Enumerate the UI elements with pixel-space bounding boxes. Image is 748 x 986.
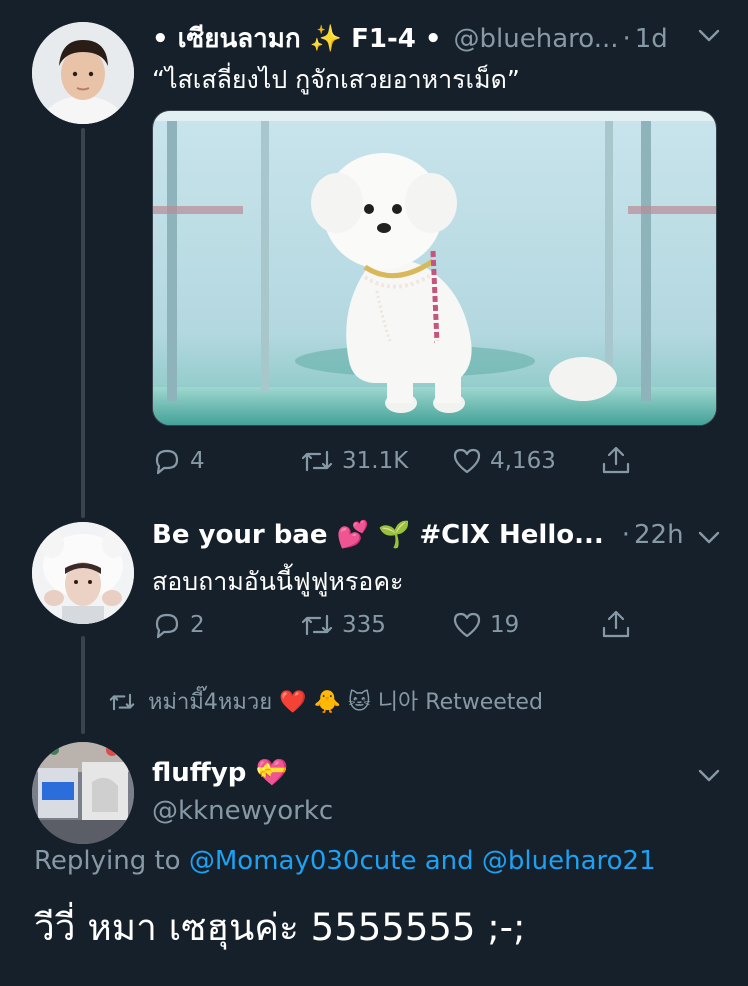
handle[interactable]: @blueharo...	[454, 24, 619, 54]
retweet-action[interactable]: 31.1K	[300, 446, 408, 476]
avatar[interactable]	[32, 742, 134, 844]
timestamp[interactable]: 1d	[635, 24, 668, 54]
retweet-icon	[301, 450, 333, 472]
and-text: and	[424, 846, 474, 876]
retweeted-by-text: หม่ามี๊4หมวย ❤️ 🐥 🐱 니아 Retweeted	[148, 690, 543, 715]
avatar[interactable]	[32, 522, 134, 624]
separator-dot: ·	[622, 23, 631, 54]
reply-action[interactable]: 4	[152, 446, 205, 476]
share-icon	[602, 610, 630, 638]
display-name[interactable]: Be your bae 💕 🌱 #CIX Hello...	[152, 520, 604, 550]
like-count: 19	[490, 612, 520, 638]
replying-prefix: Replying to	[34, 846, 181, 876]
share-action[interactable]	[600, 608, 640, 640]
tweet-header: Be your bae 💕 🌱 #CIX Hello... · 22h	[152, 520, 684, 550]
thread-line	[81, 128, 85, 518]
retweet-count: 335	[342, 612, 386, 638]
timestamp[interactable]: 22h	[634, 520, 684, 550]
tweet-image[interactable]	[152, 110, 717, 426]
handle[interactable]: @kknewyorkc	[152, 796, 333, 826]
thread-line	[81, 636, 85, 734]
mention-link[interactable]: @blueharo21	[482, 846, 656, 876]
mention-link[interactable]: @Momay030cute	[189, 846, 417, 876]
display-name[interactable]: • เซียนลามก ✨ F1-4 •	[152, 18, 442, 59]
separator-dot: ·	[621, 520, 631, 550]
heart-icon	[453, 612, 481, 638]
retweet-icon	[109, 693, 135, 710]
tweet-text: สอบถามอันนี้ฟูฟูหรอคะ	[152, 567, 404, 596]
reply-icon	[155, 449, 179, 475]
tweet-header: fluffyp 💝	[152, 758, 288, 788]
tweet-text: “ไสเสลี่ยงไป กูจักเสวยอาหารเม็ด”	[152, 65, 520, 94]
reply-count: 4	[190, 448, 205, 474]
reply-action[interactable]: 2	[152, 610, 205, 640]
replying-to: Replying to @Momay030cute and @blueharo2…	[34, 846, 656, 876]
chevron-down-icon[interactable]	[696, 524, 722, 550]
heart-icon	[453, 448, 481, 474]
share-icon	[602, 446, 630, 474]
chevron-down-icon[interactable]	[696, 22, 722, 48]
tweet-text: วีวี่ หมา เซฮุนค่ะ 5555555 ;-;	[34, 906, 526, 949]
retweet-icon	[301, 614, 333, 636]
reply-icon	[155, 613, 179, 639]
chevron-down-icon[interactable]	[696, 762, 722, 788]
display-name[interactable]: fluffyp 💝	[152, 758, 288, 788]
retweet-action[interactable]: 335	[300, 610, 386, 640]
like-action[interactable]: 4,163	[452, 446, 556, 476]
timeline: • เซียนลามก ✨ F1-4 • @blueharo... · 1d “…	[0, 0, 748, 986]
tweet-header: • เซียนลามก ✨ F1-4 • @blueharo... · 1d	[152, 18, 668, 59]
retweet-count: 31.1K	[342, 448, 409, 474]
like-count: 4,163	[490, 448, 556, 474]
like-action[interactable]: 19	[452, 610, 519, 640]
reply-count: 2	[190, 612, 205, 638]
handle-row: @kknewyorkc	[152, 796, 333, 826]
share-action[interactable]	[600, 444, 640, 476]
retweeted-banner[interactable]: หม่ามี๊4หมวย ❤️ 🐥 🐱 니아 Retweeted	[108, 684, 543, 719]
avatar[interactable]	[32, 22, 134, 124]
